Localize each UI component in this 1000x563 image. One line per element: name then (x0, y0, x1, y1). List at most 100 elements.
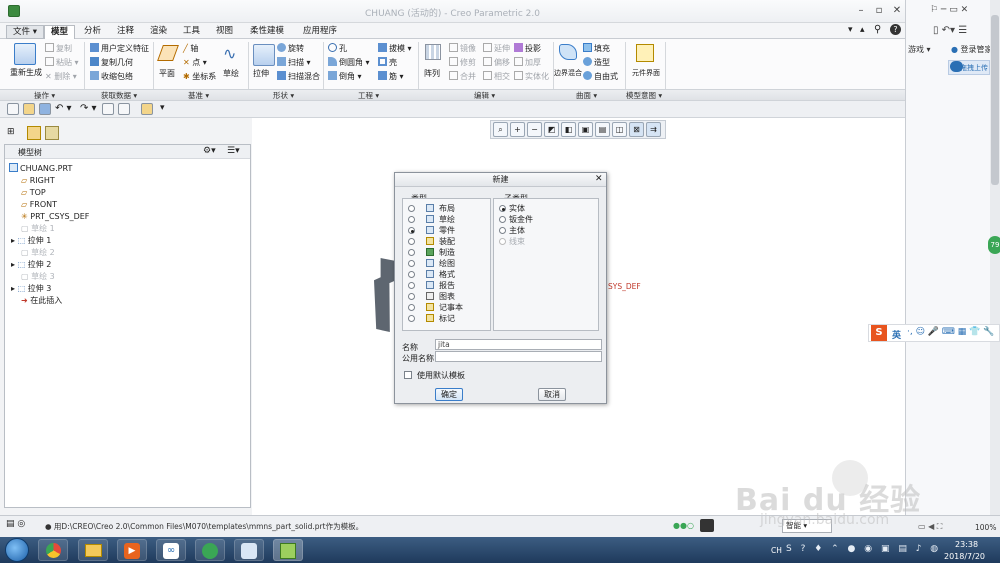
paste-button[interactable]: 粘贴 ▾ (45, 57, 79, 68)
type-markup[interactable]: 标记 (408, 313, 455, 324)
tray-icons[interactable]: S ? ♦ ⌃ ● ◉ ▣ ▤ ♪ ◍ (786, 544, 941, 554)
thicken-button[interactable]: 加厚 (514, 57, 541, 68)
copy-geometry-button[interactable]: 复制几何 (90, 57, 133, 68)
taskbar-media[interactable]: ▶ (117, 539, 147, 561)
zoom-level[interactable]: 100% (975, 523, 996, 532)
tree-item-csys[interactable]: ✳ PRT_CSYS_DEF (21, 211, 89, 223)
tree-item-extrude-3[interactable]: ▸ ⬚ 拉伸 3 (11, 283, 51, 295)
tab-model[interactable]: 模型 (44, 25, 76, 39)
view-manager-icon[interactable]: ▤ (595, 122, 610, 137)
shrinkwrap-button[interactable]: 收缩包络 (90, 71, 133, 82)
expand-icon[interactable]: ▸ (11, 260, 15, 269)
ime-tool-icons[interactable]: ·, ☺ 🎤 ⌨ ▦ 👕 🔧 (907, 327, 994, 337)
taskbar-paint[interactable] (234, 539, 264, 561)
new-file-icon[interactable] (7, 103, 19, 115)
help-icon[interactable]: ? (890, 24, 901, 35)
taskbar-360[interactable] (195, 539, 225, 561)
expand-icon[interactable]: ▸ (11, 236, 15, 245)
tree-item-top[interactable]: ▱ TOP (21, 187, 46, 199)
ribbon-min-icon[interactable]: ▴ (860, 25, 865, 35)
copy-button[interactable]: 复制 (45, 43, 72, 54)
chamfer-button[interactable]: 倒角 ▾ (328, 71, 362, 82)
group-edit[interactable]: 编辑 ▾ (474, 90, 495, 101)
subtype-solid[interactable]: 实体 (499, 203, 525, 214)
tree-columns-icon[interactable]: ☰▾ (227, 146, 240, 156)
tab-tools[interactable]: 工具 (177, 25, 206, 39)
extrude-button[interactable]: 拉伸 (251, 42, 275, 80)
point-button[interactable]: ✕ 点 ▾ (183, 57, 207, 68)
type-layout[interactable]: 布局 (408, 203, 455, 214)
zoom-out-icon[interactable]: − (527, 122, 542, 137)
axis-button[interactable]: ╱ 轴 (183, 43, 198, 54)
tree-item-part[interactable]: CHUANG.PRT (9, 163, 72, 175)
tab-annotate[interactable]: 注释 (111, 25, 140, 39)
name-field[interactable]: jita (435, 339, 602, 350)
search-icon[interactable]: ⚲ (874, 24, 881, 35)
revolve-button[interactable]: 旋转 (277, 43, 304, 54)
favorites-tab-icon[interactable] (45, 126, 59, 140)
intersect-button[interactable]: 相交 (483, 71, 510, 82)
tab-analysis[interactable]: 分析 (78, 25, 107, 39)
sweep-button[interactable]: 扫描 ▾ (277, 57, 311, 68)
tree-item-sketch-2[interactable]: ▢ 草绘 2 (21, 247, 55, 259)
taskbar-chrome[interactable] (38, 539, 68, 561)
type-format[interactable]: 格式 (408, 269, 455, 280)
subtype-sheetmetal[interactable]: 钣金件 (499, 214, 533, 225)
saved-views-icon[interactable]: ▣ (578, 122, 593, 137)
ok-button[interactable]: 确定 (435, 388, 463, 401)
delete-button[interactable]: ✕ 删除 ▾ (45, 71, 77, 82)
select-filter-icon[interactable] (700, 519, 714, 532)
scroll-thumb[interactable] (991, 15, 999, 185)
open-file-icon[interactable] (23, 103, 35, 115)
regenerate-button[interactable]: 重新生成 (8, 42, 42, 80)
common-name-field[interactable] (435, 351, 602, 362)
tab-render[interactable]: 渲染 (144, 25, 173, 39)
merge-button[interactable]: 合并 (449, 71, 476, 82)
close-button[interactable]: ✕ (889, 4, 905, 18)
group-shape[interactable]: 形状 ▾ (273, 90, 294, 101)
cancel-button[interactable]: 取消 (538, 388, 566, 401)
datum-display-icon[interactable]: ⊠ (629, 122, 644, 137)
tree-item-right[interactable]: ▱ RIGHT (21, 175, 55, 187)
component-interface-button[interactable]: 元件界面 (632, 42, 660, 80)
display-style-icon[interactable]: ◧ (561, 122, 576, 137)
type-diagram[interactable]: 图表 (408, 291, 455, 302)
customize-qat-icon[interactable]: ▾ (160, 103, 165, 113)
refit-icon[interactable]: ⌕ (493, 122, 508, 137)
tree-item-extrude-2[interactable]: ▸ ⬚ 拉伸 2 (11, 259, 51, 271)
save-icon[interactable] (39, 103, 51, 115)
menu-caret-icon[interactable]: ▾ (848, 25, 853, 35)
tray-lang[interactable]: CH (771, 546, 782, 555)
sketch-button[interactable]: ∿ 草绘 (221, 42, 245, 80)
type-drawing[interactable]: 绘图 (408, 258, 455, 269)
redo-icon[interactable]: ↷ ▾ (80, 103, 97, 114)
boundary-blend-button[interactable]: 边界混合 (554, 42, 582, 80)
tree-item-sketch-3[interactable]: ▢ 草绘 3 (21, 271, 55, 283)
extend-button[interactable]: 延伸 (483, 43, 510, 54)
tab-applications[interactable]: 应用程序 (297, 25, 343, 39)
windows-icon[interactable] (118, 103, 130, 115)
group-datum[interactable]: 基准 ▾ (188, 90, 209, 101)
group-surfaces[interactable]: 曲面 ▾ (576, 90, 597, 101)
file-menu[interactable]: 文件 ▾ (6, 25, 44, 39)
maximize-button[interactable]: ▫ (871, 4, 887, 18)
expand-icon[interactable]: ▸ (11, 284, 15, 293)
rib-button[interactable]: 筋 ▾ (378, 71, 404, 82)
project-button[interactable]: 投影 (514, 43, 541, 54)
tree-settings-icon[interactable]: ⚙▾ (203, 146, 216, 156)
clock-time[interactable]: 23:38 (955, 540, 978, 549)
style-button[interactable]: 造型 (583, 57, 610, 68)
model-tree-tab-icon[interactable]: ⊞ (7, 127, 20, 140)
perspective-icon[interactable]: ◫ (612, 122, 627, 137)
pattern-button[interactable]: 阵列 (422, 42, 444, 80)
games-link[interactable]: 游戏 ▾ (908, 44, 931, 55)
use-default-template-checkbox[interactable]: 使用默认模板 (404, 370, 465, 381)
tab-flexible-modeling[interactable]: 柔性建模 (244, 25, 290, 39)
offset-button[interactable]: 偏移 (483, 57, 510, 68)
subtype-bulk[interactable]: 主体 (499, 225, 525, 236)
zoom-in-icon[interactable]: + (510, 122, 525, 137)
taskbar-explorer[interactable] (78, 539, 108, 561)
folder-browser-tab-icon[interactable] (27, 126, 41, 140)
swept-blend-button[interactable]: 扫描混合 (277, 71, 320, 82)
dialog-close-button[interactable]: ✕ (595, 174, 603, 184)
